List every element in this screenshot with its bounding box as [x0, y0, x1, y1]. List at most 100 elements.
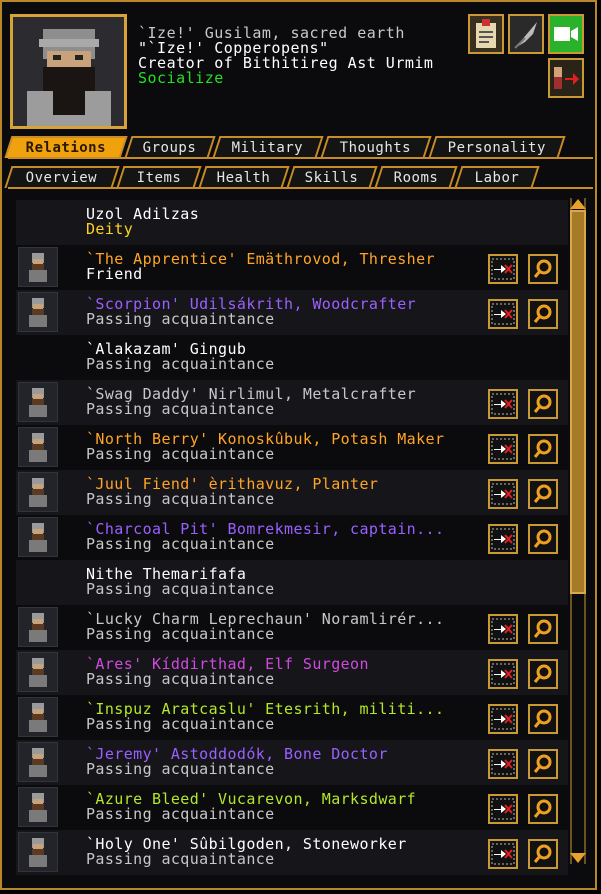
- relation-type: Passing acquaintance: [86, 445, 275, 463]
- magnifier-icon: [533, 304, 552, 323]
- go-to-unit-button[interactable]: [488, 614, 518, 644]
- go-to-unit-button[interactable]: [488, 839, 518, 869]
- exit-button[interactable]: [548, 58, 584, 98]
- go-to-unit-button[interactable]: [488, 524, 518, 554]
- goto-arrow-icon: [491, 438, 515, 460]
- view-unit-button[interactable]: [528, 254, 558, 284]
- view-unit-button[interactable]: [528, 389, 558, 419]
- magnifier-icon: [533, 709, 552, 728]
- unit-activity: Socialize: [138, 69, 224, 87]
- relation-row[interactable]: `North Berry' Konoskûbuk, Potash Maker Pa…: [16, 425, 568, 470]
- relation-row[interactable]: `Swag Daddy' Nirlimul, Metalcrafter Passi…: [16, 380, 568, 425]
- view-unit-button[interactable]: [528, 479, 558, 509]
- goto-arrow-icon: [491, 528, 515, 550]
- go-to-unit-button[interactable]: [488, 254, 518, 284]
- relation-type: Passing acquaintance: [86, 355, 275, 373]
- exit-arrow-icon: [554, 67, 579, 89]
- relation-row[interactable]: `Azure Bleed' Vucarevon, Marksdwarf Passi…: [16, 785, 568, 830]
- relation-row[interactable]: `Inspuz Aratcaslu' Etesrith, militi... Pa…: [16, 695, 568, 740]
- view-unit-button[interactable]: [528, 839, 558, 869]
- magnifier-icon: [533, 439, 552, 458]
- goto-arrow-icon: [491, 663, 515, 685]
- view-unit-button[interactable]: [528, 524, 558, 554]
- relation-type: Passing acquaintance: [86, 535, 275, 553]
- go-to-unit-button[interactable]: [488, 479, 518, 509]
- relation-row[interactable]: `Juul Fiend' èrithavuz, Planter Passing a…: [16, 470, 568, 515]
- dwarf-avatar-icon[interactable]: [18, 652, 58, 692]
- go-to-unit-button[interactable]: [488, 704, 518, 734]
- go-to-unit-button[interactable]: [488, 389, 518, 419]
- tab-labor[interactable]: Labor: [454, 166, 540, 188]
- go-to-unit-button[interactable]: [488, 794, 518, 824]
- job-details-button[interactable]: [468, 14, 504, 54]
- dwarf-avatar-icon[interactable]: [18, 607, 58, 647]
- relation-row[interactable]: `Alakazam' Gingub Passing acquaintance: [16, 335, 568, 380]
- tab-military[interactable]: Military: [212, 136, 324, 158]
- relation-type: Passing acquaintance: [86, 580, 275, 598]
- relation-type: Passing acquaintance: [86, 310, 275, 328]
- dwarf-avatar-icon[interactable]: [18, 292, 58, 332]
- relation-row[interactable]: `Holy One' Sûbilgoden, Stoneworker Passin…: [16, 830, 568, 875]
- magnifier-icon: [533, 619, 552, 638]
- tab-groups[interactable]: Groups: [124, 136, 216, 158]
- goto-arrow-icon: [491, 303, 515, 325]
- goto-arrow-icon: [491, 258, 515, 280]
- magnifier-icon: [533, 484, 552, 503]
- go-to-unit-button[interactable]: [488, 659, 518, 689]
- go-to-unit-button[interactable]: [488, 434, 518, 464]
- goto-arrow-icon: [491, 843, 515, 865]
- sub-tabs: Overview Items Health Skills Rooms Labor: [4, 166, 540, 188]
- relation-type: Passing acquaintance: [86, 490, 275, 508]
- scroll-up-icon[interactable]: [569, 198, 587, 210]
- relation-row[interactable]: `The Apprentice' Emäthrovod, Thresher Fri…: [16, 245, 568, 290]
- scrollbar-thumb[interactable]: [570, 210, 586, 594]
- camera-follow-button[interactable]: [548, 14, 584, 54]
- view-unit-button[interactable]: [528, 794, 558, 824]
- relation-type: Friend: [86, 265, 143, 283]
- relation-row[interactable]: `Lucky Charm Leprechaun' Noramlirér... Pa…: [16, 605, 568, 650]
- view-unit-button[interactable]: [528, 614, 558, 644]
- dwarf-avatar-icon[interactable]: [18, 697, 58, 737]
- notes-button[interactable]: [508, 14, 544, 54]
- main-tabs: Relations Groups Military Thoughts Perso…: [4, 136, 566, 158]
- dwarf-avatar-icon[interactable]: [18, 832, 58, 872]
- go-to-unit-button[interactable]: [488, 299, 518, 329]
- goto-arrow-icon: [491, 393, 515, 415]
- relation-row[interactable]: Uzol Adilzas Deity: [16, 200, 568, 245]
- tab-relations[interactable]: Relations: [4, 136, 128, 158]
- dwarf-avatar-icon[interactable]: [18, 742, 58, 782]
- tab-thoughts[interactable]: Thoughts: [320, 136, 432, 158]
- dwarf-avatar-icon[interactable]: [18, 427, 58, 467]
- view-unit-button[interactable]: [528, 434, 558, 464]
- tab-overview[interactable]: Overview: [4, 166, 120, 188]
- view-unit-button[interactable]: [528, 299, 558, 329]
- tab-personality[interactable]: Personality: [428, 136, 566, 158]
- view-unit-button[interactable]: [528, 749, 558, 779]
- relation-row[interactable]: `Ares' Kíddirthad, Elf Surgeon Passing ac…: [16, 650, 568, 695]
- magnifier-icon: [533, 799, 552, 818]
- relation-type: Passing acquaintance: [86, 760, 275, 778]
- relation-row[interactable]: Nithe Themarifafa Passing acquaintance: [16, 560, 568, 605]
- dwarf-avatar-icon[interactable]: [18, 472, 58, 512]
- tab-rooms[interactable]: Rooms: [374, 166, 458, 188]
- dwarf-avatar-icon[interactable]: [18, 787, 58, 827]
- scroll-down-icon[interactable]: [569, 852, 587, 864]
- dwarf-avatar-icon[interactable]: [18, 382, 58, 422]
- tab-items[interactable]: Items: [116, 166, 202, 188]
- relation-type: Passing acquaintance: [86, 850, 275, 868]
- dwarf-avatar-icon[interactable]: [18, 247, 58, 287]
- unit-portrait: [10, 14, 127, 129]
- relation-row[interactable]: `Scorpion' Udilsákrith, Woodcrafter Passi…: [16, 290, 568, 335]
- relation-type: Passing acquaintance: [86, 670, 275, 688]
- goto-arrow-icon: [491, 618, 515, 640]
- dwarf-avatar-icon[interactable]: [18, 517, 58, 557]
- view-unit-button[interactable]: [528, 659, 558, 689]
- relation-type: Passing acquaintance: [86, 805, 275, 823]
- tab-skills[interactable]: Skills: [286, 166, 378, 188]
- magnifier-icon: [533, 664, 552, 683]
- tab-health[interactable]: Health: [198, 166, 290, 188]
- go-to-unit-button[interactable]: [488, 749, 518, 779]
- view-unit-button[interactable]: [528, 704, 558, 734]
- relation-row[interactable]: `Jeremy' Astoddodók, Bone Doctor Passing …: [16, 740, 568, 785]
- relation-row[interactable]: `Charcoal Pit' Bomrekmesir, captain... Pa…: [16, 515, 568, 560]
